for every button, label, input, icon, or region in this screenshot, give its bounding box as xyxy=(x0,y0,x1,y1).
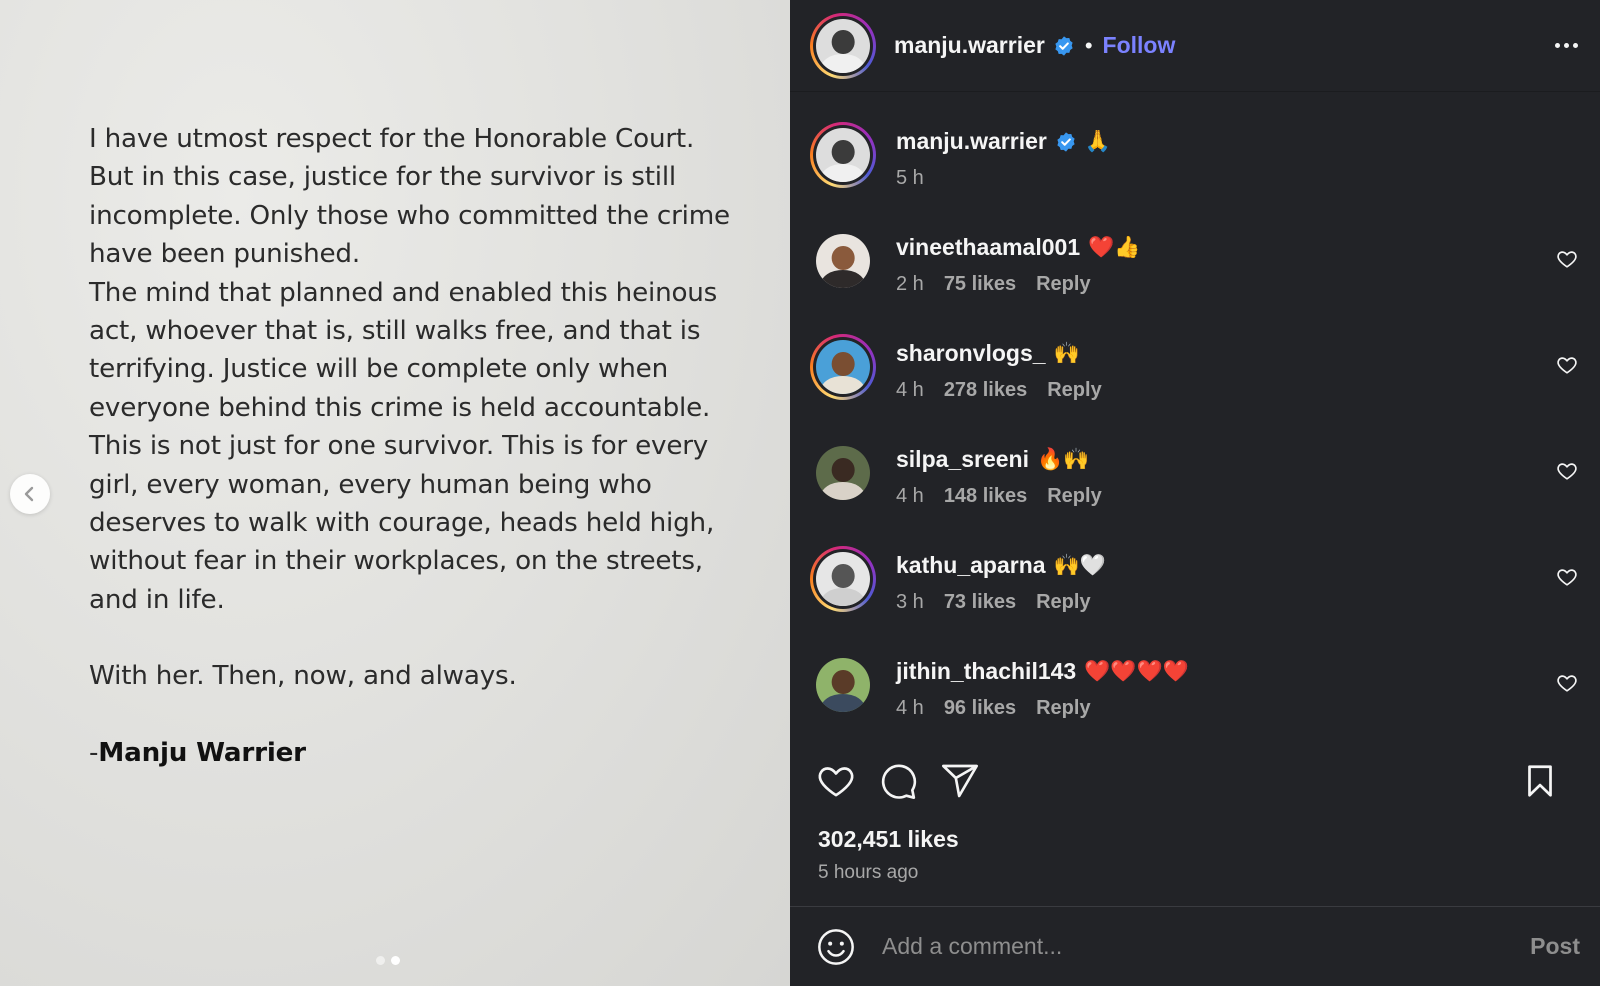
caption-time: 5 h xyxy=(896,167,924,189)
commenter-avatar[interactable] xyxy=(810,546,876,612)
statement-line: have been punished. xyxy=(89,239,360,270)
signature: -Manju Warrier xyxy=(89,734,749,772)
statement-line: and in life. xyxy=(89,584,225,615)
statement-text: I have utmost respect for the Honorable … xyxy=(89,120,749,772)
post-comment-button[interactable]: Post xyxy=(1530,933,1580,960)
comment-likes[interactable]: 278 likes xyxy=(944,379,1027,402)
reply-button[interactable]: Reply xyxy=(1036,591,1090,614)
separator-dot: • xyxy=(1084,32,1093,58)
carousel-dot-active xyxy=(391,956,400,965)
action-bar xyxy=(790,756,1600,806)
comment-text: ❤️👍 xyxy=(1088,235,1141,259)
statement-line: girl, every woman, every human being who xyxy=(89,469,652,500)
statement-line: deserves to walk with courage, heads hel… xyxy=(89,508,715,539)
statement-line: without fear in their workplaces, on the… xyxy=(89,546,703,577)
verified-badge-icon xyxy=(1055,131,1077,153)
caption-text: 🙏 xyxy=(1084,129,1111,153)
previous-slide-button[interactable] xyxy=(10,474,50,514)
statement-line: I have utmost respect for the Honorable … xyxy=(89,124,695,154)
emoji-icon[interactable] xyxy=(816,927,856,967)
comment-composer: Post xyxy=(790,906,1600,986)
comment-text: 🔥🙌 xyxy=(1036,447,1090,471)
comment-heart-icon[interactable] xyxy=(1556,248,1578,270)
bookmark-icon xyxy=(1528,765,1552,797)
verified-badge-icon xyxy=(1053,35,1075,57)
follow-button[interactable]: Follow xyxy=(1103,32,1176,59)
comment-username[interactable]: silpa_sreeni xyxy=(896,446,1029,473)
caption-username[interactable]: manju.warrier xyxy=(896,128,1047,155)
carousel-dot xyxy=(376,956,385,965)
post-sidebar: manju.warrier • Follow manju.warrier 🙏 5… xyxy=(790,0,1600,986)
heart-icon xyxy=(818,767,854,797)
post-header: manju.warrier • Follow xyxy=(790,0,1600,92)
caption: manju.warrier 🙏 5 h xyxy=(810,122,1580,228)
commenter-avatar[interactable] xyxy=(815,233,871,289)
comment-time[interactable]: 4 h xyxy=(896,379,924,402)
carousel-indicator xyxy=(376,956,400,965)
commenter-avatar[interactable] xyxy=(810,334,876,400)
comment-likes[interactable]: 75 likes xyxy=(944,273,1016,296)
statement-line: But in this case, justice for the surviv… xyxy=(89,162,677,193)
statement-line: The mind that planned and enabled this h… xyxy=(89,277,718,308)
closing-line: With her. Then, now, and always. xyxy=(89,661,517,692)
comment-time[interactable]: 4 h xyxy=(896,485,924,508)
statement-line: everyone behind this crime is held accou… xyxy=(89,392,711,423)
signature-name: Manju Warrier xyxy=(98,737,306,768)
comment-text: ❤️❤️❤️❤️ xyxy=(1084,659,1189,683)
comment-username[interactable]: jithin_thachil143 xyxy=(896,658,1076,685)
signature-dash: - xyxy=(89,737,99,768)
comment-item: vineethaamal001 ❤️👍 2 h 75 likes Reply xyxy=(810,228,1580,334)
more-options-icon[interactable] xyxy=(1555,43,1578,48)
post-image: I have utmost respect for the Honorable … xyxy=(0,0,790,986)
like-button[interactable] xyxy=(816,761,856,801)
likes-count[interactable]: 302,451 likes xyxy=(818,826,959,853)
comment-item: jithin_thachil143 ❤️❤️❤️❤️ 4 h 96 likes … xyxy=(810,652,1580,758)
comment-likes[interactable]: 148 likes xyxy=(944,485,1027,508)
commenter-avatar[interactable] xyxy=(815,657,871,713)
comment-heart-icon[interactable] xyxy=(1556,566,1578,588)
comment-item: silpa_sreeni 🔥🙌 4 h 148 likes Reply xyxy=(810,440,1580,546)
author-username[interactable]: manju.warrier xyxy=(894,32,1045,59)
reply-button[interactable]: Reply xyxy=(1036,273,1090,296)
comment-heart-icon[interactable] xyxy=(1556,354,1578,376)
comment-button[interactable] xyxy=(878,761,918,801)
comment-text: 🙌 xyxy=(1053,341,1080,365)
comment-likes[interactable]: 96 likes xyxy=(944,697,1016,720)
reply-button[interactable]: Reply xyxy=(1047,485,1101,508)
statement-line: act, whoever that is, still walks free, … xyxy=(89,316,701,347)
comment-heart-icon[interactable] xyxy=(1556,460,1578,482)
comment-text: 🙌🤍 xyxy=(1053,553,1106,577)
post-time[interactable]: 5 hours ago xyxy=(818,862,918,884)
reply-button[interactable]: Reply xyxy=(1047,379,1101,402)
comment-item: kathu_aparna 🙌🤍 3 h 73 likes Reply xyxy=(810,546,1580,652)
comment-time[interactable]: 3 h xyxy=(896,591,924,614)
comment-heart-icon[interactable] xyxy=(1556,672,1578,694)
comment-username[interactable]: kathu_aparna xyxy=(896,552,1046,579)
comment-time[interactable]: 4 h xyxy=(896,697,924,720)
statement-line: This is not just for one survivor. This … xyxy=(89,431,709,462)
share-button[interactable] xyxy=(940,761,980,801)
caption-avatar[interactable] xyxy=(810,122,876,188)
statement-line: terrifying. Justice will be complete onl… xyxy=(89,354,668,385)
statement-line: incomplete. Only those who committed the… xyxy=(89,200,730,231)
comment-list: manju.warrier 🙏 5 h vineethaamal001 ❤️👍 … xyxy=(790,92,1600,758)
comment-input[interactable] xyxy=(882,933,1531,960)
save-button[interactable] xyxy=(1522,763,1558,799)
share-icon xyxy=(942,764,978,798)
comment-icon xyxy=(881,764,917,799)
comment-time[interactable]: 2 h xyxy=(896,273,924,296)
commenter-avatar[interactable] xyxy=(815,445,871,501)
author-avatar[interactable] xyxy=(810,12,876,79)
comment-likes[interactable]: 73 likes xyxy=(944,591,1016,614)
comment-username[interactable]: vineethaamal001 xyxy=(896,234,1080,261)
chevron-left-icon xyxy=(24,486,34,502)
comment-username[interactable]: sharonvlogs_ xyxy=(896,340,1046,367)
comment-item: sharonvlogs_ 🙌 4 h 278 likes Reply xyxy=(810,334,1580,440)
reply-button[interactable]: Reply xyxy=(1036,697,1090,720)
